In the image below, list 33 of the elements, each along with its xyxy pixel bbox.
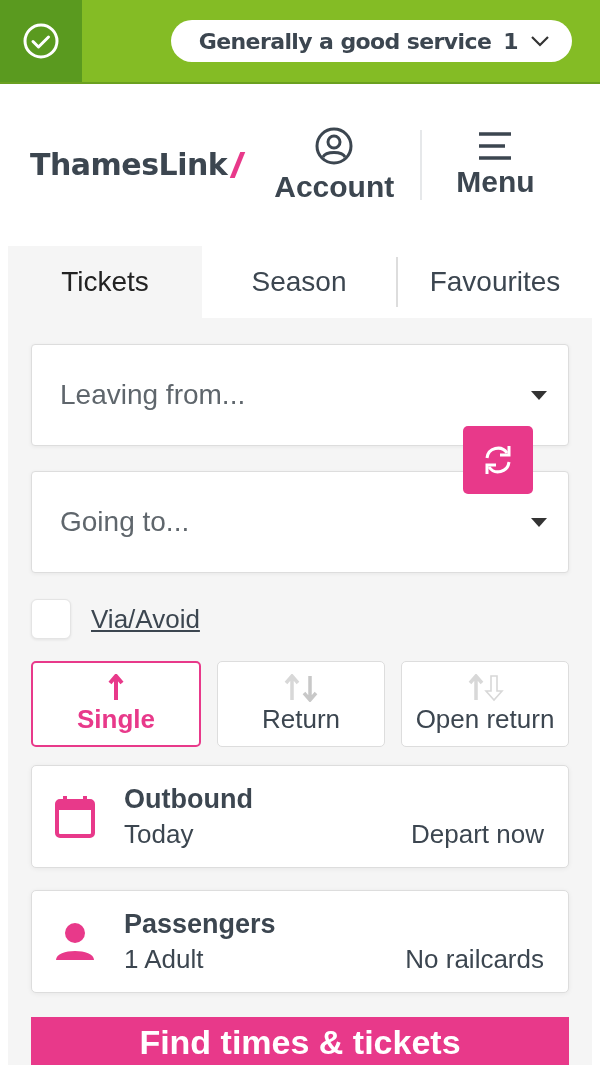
logo[interactable]: ThamesLink: [30, 143, 247, 187]
chevron-down-icon: [530, 35, 550, 47]
dropdown-caret-icon: [531, 518, 547, 527]
ticket-type-button[interactable]: Return: [217, 661, 385, 747]
via-avoid-link[interactable]: Via/Avoid: [91, 603, 200, 635]
up-arrow-icon: [108, 673, 124, 702]
time-value: Depart now: [411, 818, 544, 850]
date-value: Today: [124, 818, 194, 850]
checkbox[interactable]: [31, 599, 71, 639]
outbound-title: Outbound: [124, 783, 254, 815]
passengers-card[interactable]: Passengers 1 Adult No railcards: [31, 890, 569, 993]
find-times-button[interactable]: Find times & tickets: [31, 1017, 569, 1065]
account-button[interactable]: Account: [274, 126, 395, 204]
tab[interactable]: Tickets: [8, 246, 202, 318]
check-circle-icon: [22, 22, 60, 60]
calendar-icon: [54, 794, 96, 839]
account-icon: [314, 126, 355, 166]
leaving-from-field[interactable]: Leaving from...: [31, 344, 569, 446]
ticket-type-button[interactable]: Single: [31, 661, 201, 747]
going-to-field[interactable]: Going to...: [31, 471, 569, 573]
up-down-arrows-icon: [466, 673, 504, 702]
swap-button[interactable]: [463, 426, 533, 494]
up-down-arrows-icon: [282, 673, 320, 702]
passenger-count: 1 Adult: [124, 943, 204, 975]
person-icon: [54, 921, 96, 962]
outbound-card[interactable]: Outbound Today Depart now: [31, 765, 569, 868]
menu-icon: [477, 131, 514, 161]
ticket-type-button[interactable]: Open return: [401, 661, 569, 747]
menu-button[interactable]: Menu: [456, 131, 535, 199]
dropdown-caret-icon: [531, 391, 547, 400]
railcards-value: No railcards: [405, 943, 544, 975]
passengers-title: Passengers: [124, 908, 277, 940]
service-status-button[interactable]: Generally a good service 1: [170, 20, 572, 62]
